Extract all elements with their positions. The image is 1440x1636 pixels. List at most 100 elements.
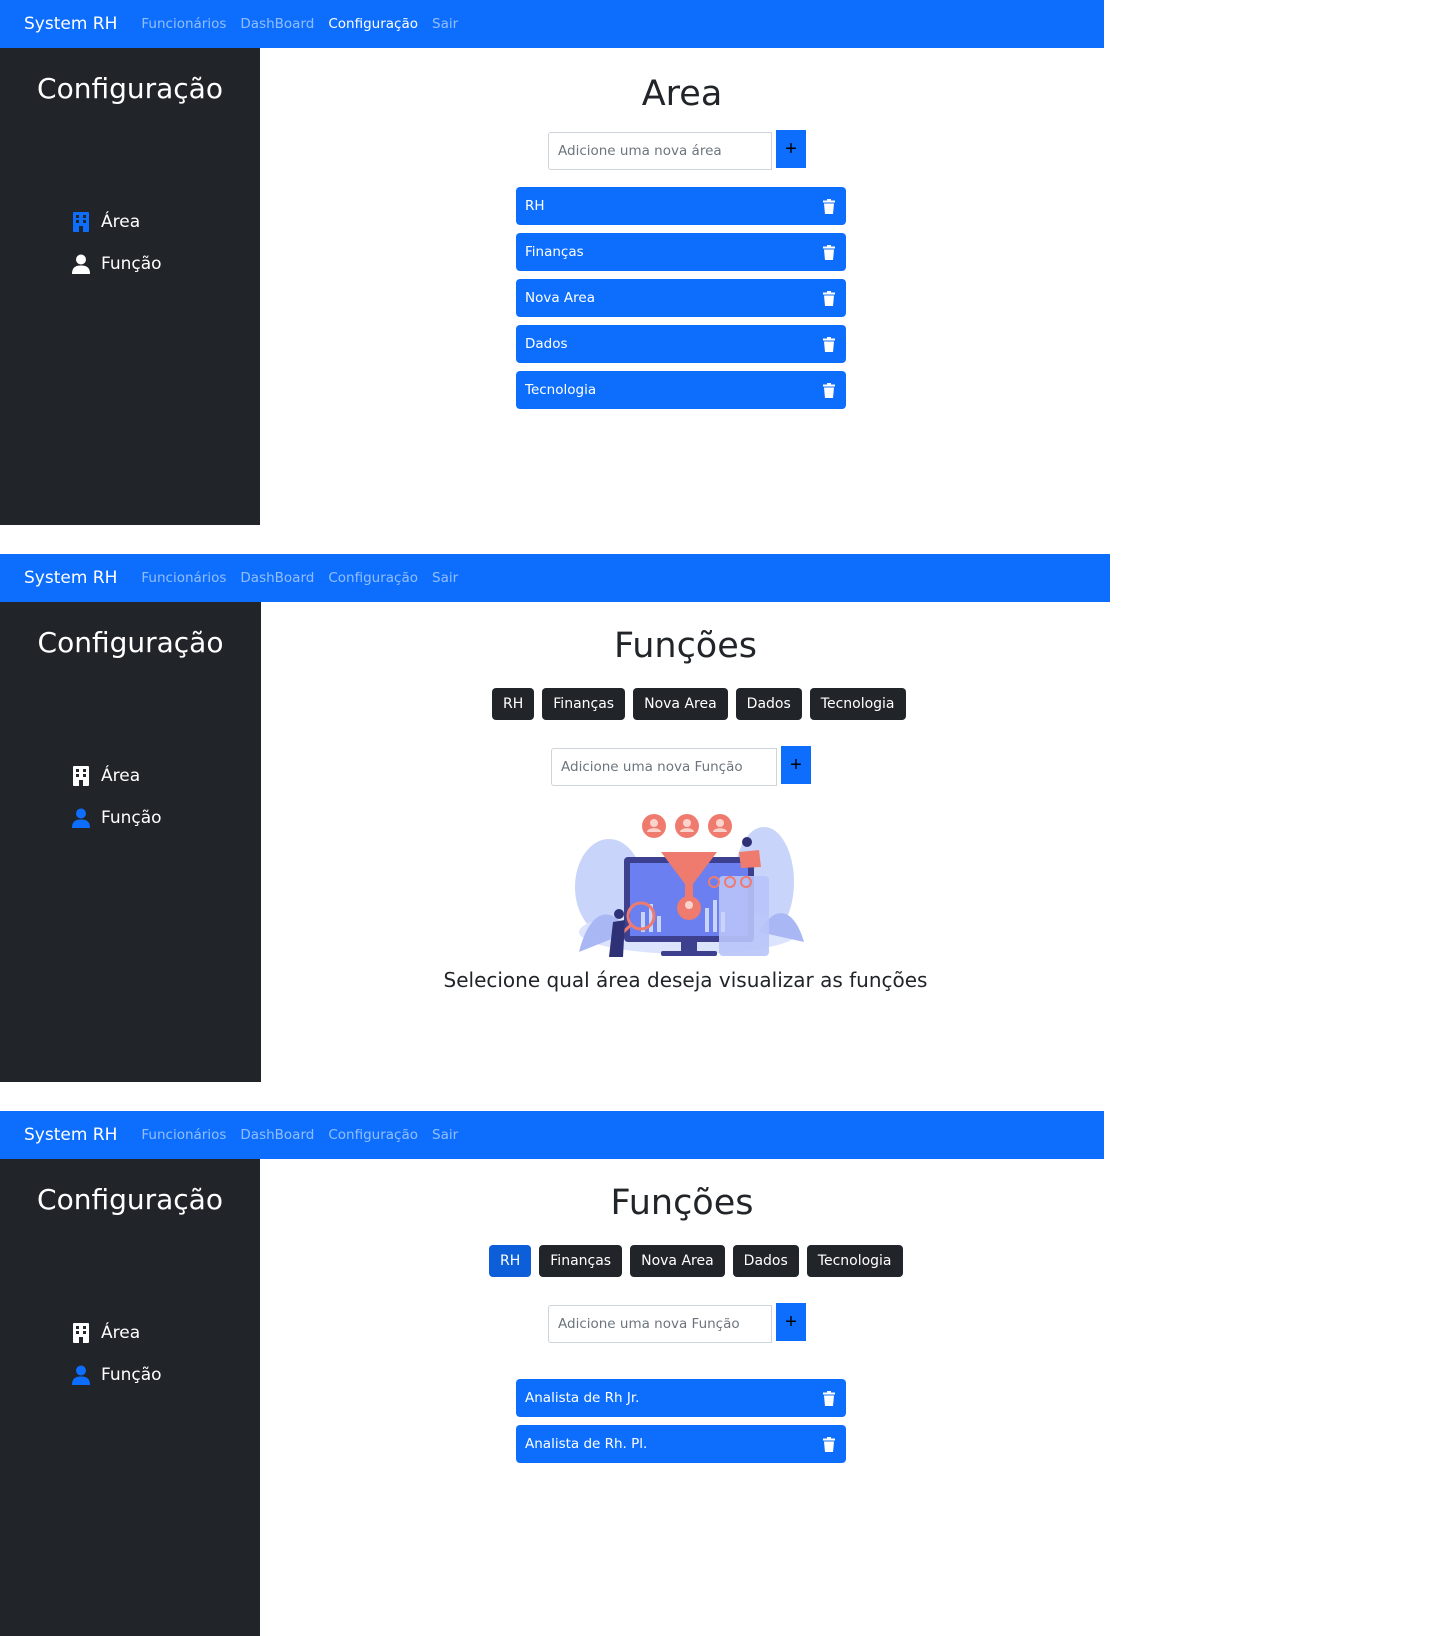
filter-financas[interactable]: Finanças xyxy=(539,1245,623,1277)
list-item[interactable]: Tecnologia xyxy=(516,371,846,409)
navbar: System RH Funcionários DashBoard Configu… xyxy=(0,1111,1104,1159)
filter-rh[interactable]: RH xyxy=(489,1245,532,1277)
filter-nova-area[interactable]: Nova Area xyxy=(630,1245,725,1277)
empty-state-message: Selecione qual área deseja visualizar as… xyxy=(443,968,928,992)
area-name: Nova Area xyxy=(525,290,595,306)
funcoes-selected-panel: System RH Funcionários DashBoard Configu… xyxy=(0,1111,1104,1636)
sidebar-item-label: Função xyxy=(101,808,162,828)
trash-icon[interactable] xyxy=(821,244,837,260)
nav-sair[interactable]: Sair xyxy=(432,1127,458,1143)
navbar: System RH Funcionários DashBoard Configu… xyxy=(0,0,1104,48)
filter-dados[interactable]: Dados xyxy=(732,1245,799,1277)
funcao-name: Analista de Rh. Pl. xyxy=(525,1436,648,1452)
add-area-form: + xyxy=(548,130,806,170)
area-name: Dados xyxy=(525,336,568,352)
person-icon xyxy=(71,1365,91,1385)
add-funcao-button[interactable]: + xyxy=(776,1303,806,1341)
area-name: RH xyxy=(525,198,545,214)
nav-dashboard[interactable]: DashBoard xyxy=(240,1127,314,1143)
recruitment-illustration xyxy=(569,812,805,964)
area-filters: RH Finanças Nova Area Dados Tecnologia xyxy=(489,1245,903,1277)
brand[interactable]: System RH xyxy=(24,568,117,588)
sidebar-title: Configuração xyxy=(37,626,224,659)
nav-dashboard[interactable]: DashBoard xyxy=(240,16,314,32)
sidebar-item-area[interactable]: Área xyxy=(71,212,140,232)
sidebar-item-label: Área xyxy=(101,212,141,232)
nav-configuracao[interactable]: Configuração xyxy=(328,16,418,32)
nav-funcionarios[interactable]: Funcionários xyxy=(141,16,226,32)
filter-tecnologia[interactable]: Tecnologia xyxy=(806,1245,903,1277)
brand[interactable]: System RH xyxy=(24,1125,117,1145)
person-icon xyxy=(71,254,91,274)
nav-funcionarios[interactable]: Funcionários xyxy=(141,1127,226,1143)
trash-icon[interactable] xyxy=(821,198,837,214)
filter-dados[interactable]: Dados xyxy=(735,688,802,720)
sidebar-title: Configuração xyxy=(37,72,223,105)
nav-dashboard[interactable]: DashBoard xyxy=(240,570,314,586)
sidebar-item-label: Área xyxy=(101,1323,141,1343)
area-input[interactable] xyxy=(548,132,772,170)
list-item[interactable]: Analista de Rh Jr. xyxy=(516,1379,846,1417)
sidebar: Configuração Área Função xyxy=(0,48,260,525)
area-panel: System RH Funcionários DashBoard Configu… xyxy=(0,0,1104,525)
main-content: Funções RH Finanças Nova Area Dados Tecn… xyxy=(260,1159,1104,1636)
list-item[interactable]: Analista de Rh. Pl. xyxy=(516,1425,846,1463)
filter-rh[interactable]: RH xyxy=(492,688,535,720)
building-icon xyxy=(71,766,91,786)
funcao-input[interactable] xyxy=(551,748,777,786)
list-item[interactable]: Nova Area xyxy=(516,279,846,317)
filter-financas[interactable]: Finanças xyxy=(542,688,626,720)
trash-icon[interactable] xyxy=(821,1436,837,1452)
funcao-input[interactable] xyxy=(548,1305,772,1343)
building-icon xyxy=(71,212,91,232)
nav-sair[interactable]: Sair xyxy=(432,16,458,32)
sidebar: Configuração Área Função xyxy=(0,1159,260,1636)
add-funcao-form: + xyxy=(551,746,811,786)
sidebar-item-area[interactable]: Área xyxy=(71,766,140,786)
funcoes-panel: System RH Funcionários DashBoard Configu… xyxy=(0,554,1110,1082)
area-list: RH Finanças Nova Area Dados Tecnologia xyxy=(516,187,846,417)
plus-icon: + xyxy=(785,1310,797,1333)
funcao-list: Analista de Rh Jr. Analista de Rh. Pl. xyxy=(516,1379,846,1471)
add-funcao-button[interactable]: + xyxy=(781,746,811,784)
brand[interactable]: System RH xyxy=(24,14,117,34)
trash-icon[interactable] xyxy=(821,1390,837,1406)
plus-icon: + xyxy=(790,753,802,776)
sidebar-item-funcao[interactable]: Função xyxy=(71,1365,162,1385)
nav-sair[interactable]: Sair xyxy=(432,570,458,586)
add-funcao-form: + xyxy=(548,1303,806,1343)
filter-nova-area[interactable]: Nova Area xyxy=(633,688,728,720)
sidebar-item-label: Função xyxy=(101,254,162,274)
sidebar-item-area[interactable]: Área xyxy=(71,1323,140,1343)
nav-configuracao[interactable]: Configuração xyxy=(328,570,418,586)
navbar: System RH Funcionários DashBoard Configu… xyxy=(0,554,1110,602)
area-name: Finanças xyxy=(525,244,584,260)
filter-tecnologia[interactable]: Tecnologia xyxy=(809,688,906,720)
main-content: Funções RH Finanças Nova Area Dados Tecn… xyxy=(261,602,1110,1082)
sidebar: Configuração Área Função xyxy=(0,602,261,1082)
nav-configuracao[interactable]: Configuração xyxy=(328,1127,418,1143)
sidebar-title: Configuração xyxy=(37,1183,223,1216)
page-title: Funções xyxy=(613,626,757,666)
add-area-button[interactable]: + xyxy=(776,130,806,168)
trash-icon[interactable] xyxy=(821,290,837,306)
plus-icon: + xyxy=(785,137,797,160)
sidebar-item-label: Área xyxy=(101,766,141,786)
sidebar-item-funcao[interactable]: Função xyxy=(71,254,162,274)
page-title: Funções xyxy=(610,1183,754,1223)
list-item[interactable]: Dados xyxy=(516,325,846,363)
person-icon xyxy=(71,808,91,828)
page-title: Area xyxy=(641,74,723,114)
trash-icon[interactable] xyxy=(821,336,837,352)
list-item[interactable]: RH xyxy=(516,187,846,225)
building-icon xyxy=(71,1323,91,1343)
area-name: Tecnologia xyxy=(525,382,597,398)
sidebar-item-funcao[interactable]: Função xyxy=(71,808,162,828)
funcao-name: Analista de Rh Jr. xyxy=(525,1390,640,1406)
list-item[interactable]: Finanças xyxy=(516,233,846,271)
trash-icon[interactable] xyxy=(821,382,837,398)
main-content: Area + RH Finanças Nova Area Dados Tecno… xyxy=(260,48,1104,525)
area-filters: RH Finanças Nova Area Dados Tecnologia xyxy=(492,688,906,720)
sidebar-item-label: Função xyxy=(101,1365,162,1385)
nav-funcionarios[interactable]: Funcionários xyxy=(141,570,226,586)
